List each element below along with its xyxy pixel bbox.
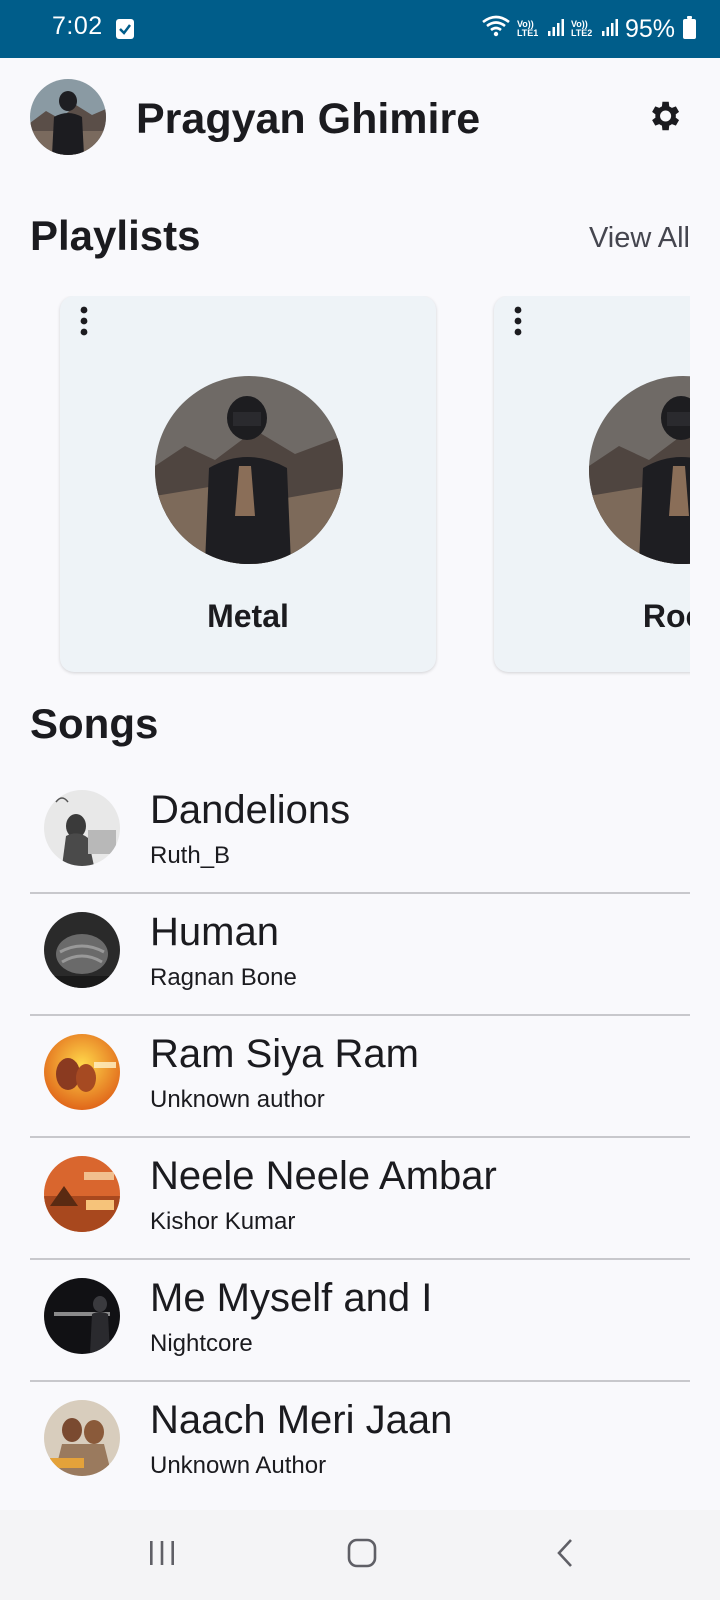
profile-name: Pragyan Ghimire (136, 95, 481, 143)
song-title: Ram Siya Ram (150, 1032, 419, 1076)
wifi-icon (481, 14, 511, 45)
playlist-cover-image (589, 376, 690, 564)
song-thumbnail (44, 1278, 120, 1354)
status-time: 7:02 (52, 12, 103, 40)
playlist-card[interactable]: Metal (60, 296, 436, 672)
song-thumbnail (44, 912, 120, 988)
song-row[interactable]: Dandelions Ruth_B (30, 772, 690, 894)
sim2-label: Vo)) LTE2 (570, 19, 593, 38)
playlist-name: Rock (642, 598, 690, 634)
status-icons: Vo)) LTE1 Vo)) LTE2 95% (481, 12, 696, 46)
playlist-name: Metal (207, 598, 289, 634)
more-vert-icon[interactable] (72, 304, 96, 338)
song-thumbnail (44, 1034, 120, 1110)
signal-icon (601, 15, 619, 44)
song-artist: Ragnan Bone (150, 964, 297, 991)
status-bar: 7:02 Vo)) LTE1 Vo)) LTE2 95% (0, 0, 720, 58)
system-nav-bar (0, 1510, 720, 1600)
song-row[interactable]: Naach Meri Jaan Unknown Author (30, 1382, 690, 1480)
songs-heading: Songs (30, 700, 159, 747)
song-artist: Unknown Author (150, 1452, 327, 1479)
view-all-link[interactable]: View All (589, 222, 690, 255)
song-title: Dandelions (150, 788, 351, 832)
gear-icon (645, 97, 683, 140)
playlist-card[interactable]: Rock (494, 296, 690, 672)
song-title: Me Myself and I (150, 1276, 433, 1320)
more-vert-icon[interactable] (506, 304, 530, 338)
signal-icon (547, 15, 565, 44)
playlists-heading: Playlists (30, 212, 201, 259)
recent-apps-icon (147, 1539, 177, 1572)
home-button[interactable] (332, 1530, 392, 1580)
settings-button[interactable] (642, 96, 686, 140)
song-thumbnail (44, 1400, 120, 1476)
song-title: Human (150, 910, 279, 954)
playlist-cover-image (155, 376, 343, 564)
song-title: Naach Meri Jaan (150, 1398, 453, 1442)
battery-percent: 95% (624, 14, 675, 43)
home-icon (346, 1537, 378, 1574)
songs-scroll-area[interactable]: Dandelions Ruth_B Human Ragnan Bone Ram … (0, 772, 720, 1480)
playlist-carousel[interactable]: Metal Rock (0, 296, 690, 678)
song-artist: Nightcore (150, 1330, 253, 1357)
song-artist: Ruth_B (150, 842, 231, 869)
song-row[interactable]: Human Ragnan Bone (30, 894, 690, 1016)
song-thumbnail (44, 1156, 120, 1232)
recent-apps-button[interactable] (132, 1530, 192, 1580)
back-button[interactable] (536, 1530, 596, 1580)
sim1-label: Vo)) LTE1 (516, 19, 539, 38)
notification-check-icon (116, 19, 134, 39)
profile-avatar[interactable] (30, 79, 106, 155)
song-list: Dandelions Ruth_B Human Ragnan Bone Ram … (30, 772, 690, 1480)
song-artist: Unknown author (150, 1086, 325, 1113)
song-row[interactable]: Me Myself and I Nightcore (30, 1260, 690, 1382)
song-thumbnail (44, 790, 120, 866)
battery-icon (683, 16, 696, 39)
song-title: Neele Neele Ambar (150, 1154, 497, 1198)
song-row[interactable]: Ram Siya Ram Unknown author (30, 1016, 690, 1138)
song-row[interactable]: Neele Neele Ambar Kishor Kumar (30, 1138, 690, 1260)
song-artist: Kishor Kumar (150, 1208, 296, 1235)
back-arrow-icon (555, 1537, 577, 1574)
